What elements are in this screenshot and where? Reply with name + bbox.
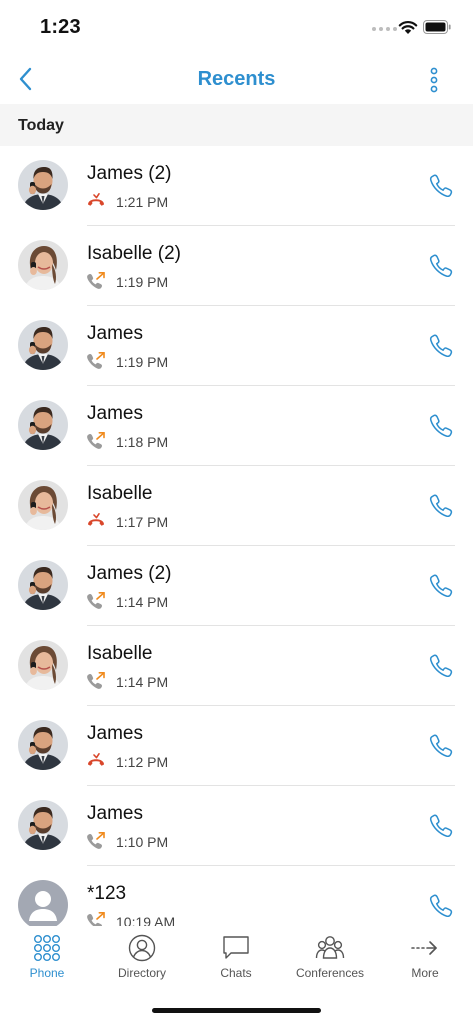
call-time: 1:10 PM (116, 834, 169, 850)
page-title: Recents (197, 68, 276, 90)
call-back-phone-icon[interactable] (428, 893, 454, 919)
call-time: 1:14 PM (116, 594, 169, 610)
chat-bubble-icon (223, 936, 249, 959)
avatar (18, 640, 68, 690)
call-time: 1:19 PM (116, 274, 169, 290)
call-back-phone-icon[interactable] (428, 573, 454, 599)
call-row[interactable]: Isabelle (2) 1:19 PM (0, 226, 473, 306)
call-row[interactable]: Isabelle 1:14 PM (0, 626, 473, 706)
tab-label-directory: Directory (117, 966, 166, 980)
call-time: 1:18 PM (116, 434, 169, 450)
tab-conferences[interactable]: Conferences (283, 934, 377, 980)
tab-label-chats: Chats (220, 966, 252, 980)
call-back-phone-icon[interactable] (428, 333, 454, 359)
missed-call-icon (86, 192, 106, 210)
recents-list: James (2) 1:21 PM Isabelle (2) 1:19 PM J… (0, 146, 473, 946)
tab-chats[interactable]: Chats (189, 934, 283, 980)
tab-label-more: More (411, 966, 439, 980)
call-row[interactable]: James 1:12 PM (0, 706, 473, 786)
call-back-phone-icon[interactable] (428, 173, 454, 199)
outgoing-call-icon (86, 592, 106, 610)
contact-name: James (87, 403, 143, 424)
call-time: 1:21 PM (116, 194, 169, 210)
more-options-icon[interactable] (428, 67, 440, 93)
avatar (18, 320, 68, 370)
status-bar: 1:23 (0, 0, 473, 56)
home-indicator (152, 1008, 321, 1013)
tab-label-phone: Phone (29, 966, 65, 980)
avatar (18, 240, 68, 290)
dialpad-icon (34, 935, 61, 962)
contact-name: *123 (87, 883, 127, 904)
section-header-label: Today (18, 117, 64, 134)
tab-directory[interactable]: Directory (95, 934, 189, 980)
call-back-phone-icon[interactable] (428, 733, 454, 759)
avatar (18, 160, 68, 210)
outgoing-call-icon (86, 832, 106, 850)
contact-name: James (87, 803, 143, 824)
tab-phone[interactable]: Phone (0, 934, 94, 980)
outgoing-call-icon (86, 352, 106, 370)
outgoing-call-icon (86, 272, 106, 290)
status-time: 1:23 (40, 16, 81, 38)
avatar (18, 560, 68, 610)
call-back-phone-icon[interactable] (428, 413, 454, 439)
section-header-today: Today (0, 104, 473, 146)
group-icon (315, 936, 345, 959)
tab-label-conferences: Conferences (295, 966, 365, 980)
contact-name: James (87, 723, 143, 744)
default-avatar (18, 880, 68, 930)
cellular-signal-icon (372, 27, 397, 31)
avatar (18, 400, 68, 450)
call-back-phone-icon[interactable] (428, 813, 454, 839)
tab-more[interactable]: More (378, 934, 472, 980)
person-icon (128, 934, 156, 962)
missed-call-icon (86, 512, 106, 530)
contact-name: Isabelle (2) (87, 243, 181, 264)
call-time: 1:17 PM (116, 514, 169, 530)
call-row[interactable]: James 1:19 PM (0, 306, 473, 386)
avatar (18, 800, 68, 850)
call-back-phone-icon[interactable] (428, 653, 454, 679)
call-time: 1:19 PM (116, 354, 169, 370)
outgoing-call-icon (86, 672, 106, 690)
call-row[interactable]: James 1:10 PM (0, 786, 473, 866)
missed-call-icon (86, 752, 106, 770)
contact-name: James (2) (87, 563, 172, 584)
nav-bar: Recents (0, 56, 473, 104)
battery-icon (423, 20, 451, 34)
wifi-icon (398, 21, 418, 34)
outgoing-call-icon (86, 432, 106, 450)
avatar (18, 720, 68, 770)
call-time: 1:14 PM (116, 674, 169, 690)
call-row[interactable]: Isabelle 1:17 PM (0, 466, 473, 546)
call-back-phone-icon[interactable] (428, 493, 454, 519)
avatar (18, 480, 68, 530)
contact-name: James (87, 323, 143, 344)
contact-name: James (2) (87, 163, 172, 184)
call-row[interactable]: James (2) 1:21 PM (0, 146, 473, 226)
call-time: 1:12 PM (116, 754, 169, 770)
contact-name: Isabelle (87, 483, 153, 504)
call-row[interactable]: James (2) 1:14 PM (0, 546, 473, 626)
call-row[interactable]: James 1:18 PM (0, 386, 473, 466)
arrow-right-icon (411, 941, 437, 955)
call-back-phone-icon[interactable] (428, 253, 454, 279)
contact-name: Isabelle (87, 643, 153, 664)
